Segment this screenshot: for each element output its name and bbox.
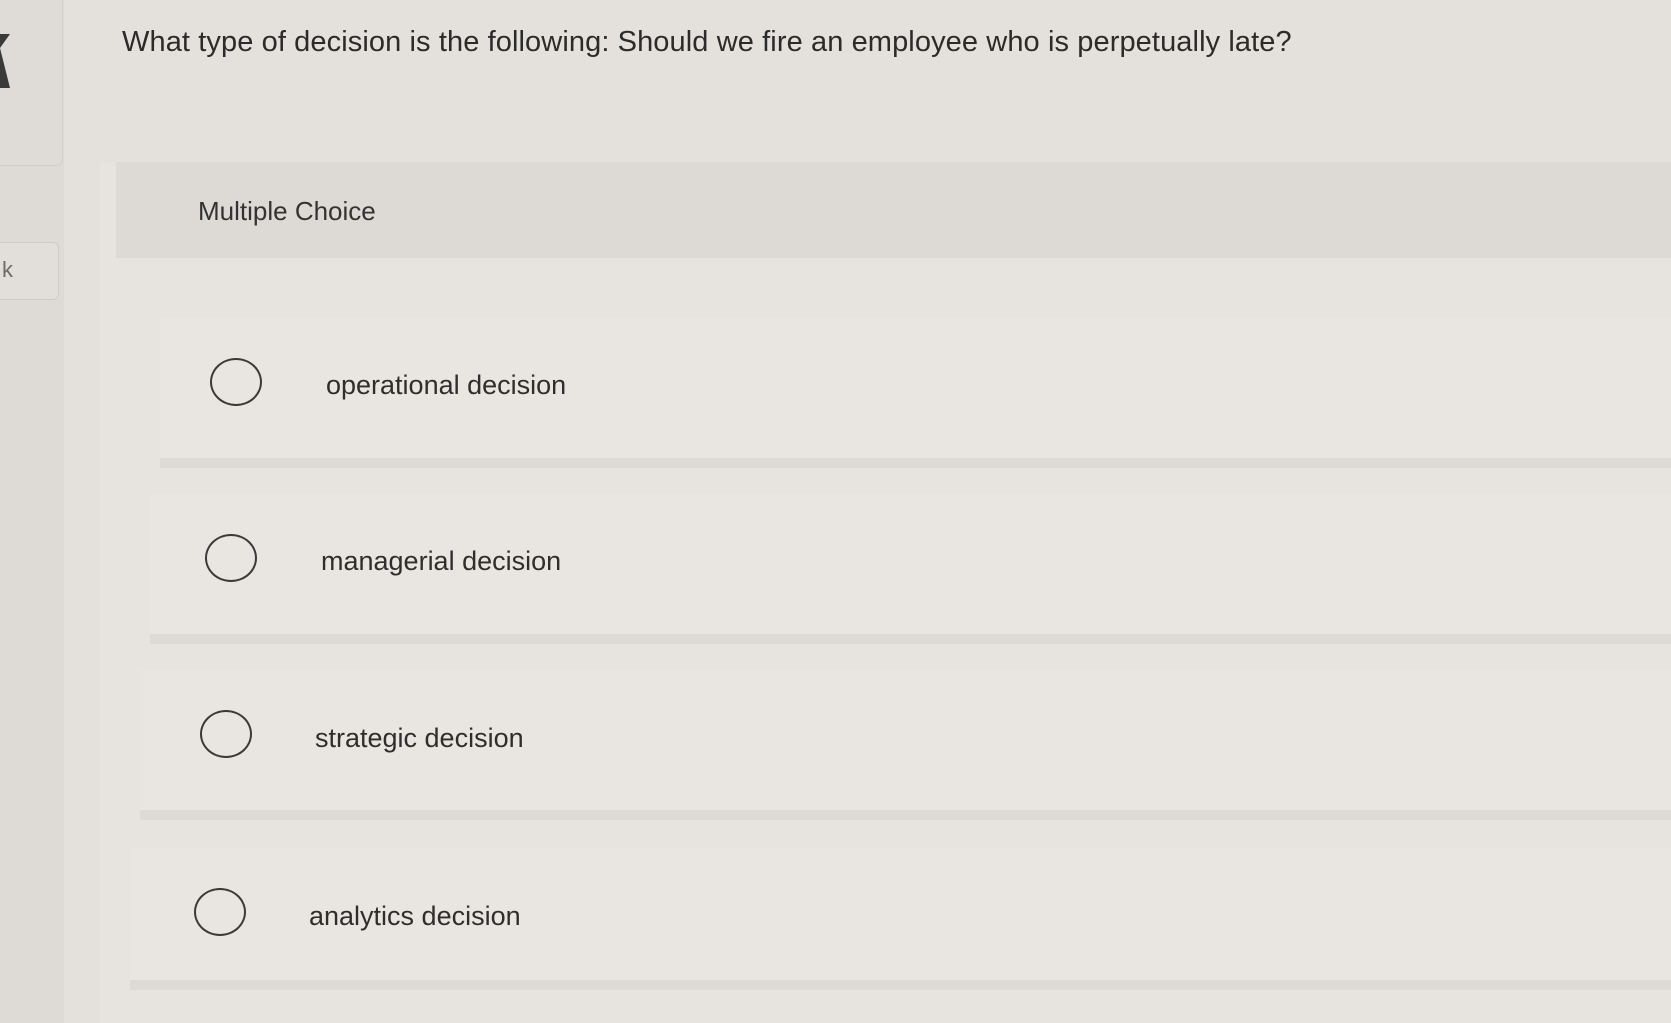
radio-button-operational[interactable] <box>210 358 262 406</box>
question-type-label: Multiple Choice <box>198 196 376 226</box>
radio-button-analytics[interactable] <box>194 888 246 936</box>
bookmark-label: k <box>2 257 13 282</box>
option-label: operational decision <box>326 370 567 400</box>
radio-button-strategic[interactable] <box>200 710 252 758</box>
option-label: analytics decision <box>309 901 521 931</box>
option-label: strategic decision <box>315 723 524 753</box>
question-marker-icon <box>0 34 10 88</box>
question-nav-box[interactable] <box>0 0 63 166</box>
left-rail: k <box>0 0 64 1023</box>
radio-button-managerial[interactable] <box>205 534 257 582</box>
question-text: What type of decision is the following: … <box>122 26 1292 58</box>
option-label: managerial decision <box>321 546 562 576</box>
